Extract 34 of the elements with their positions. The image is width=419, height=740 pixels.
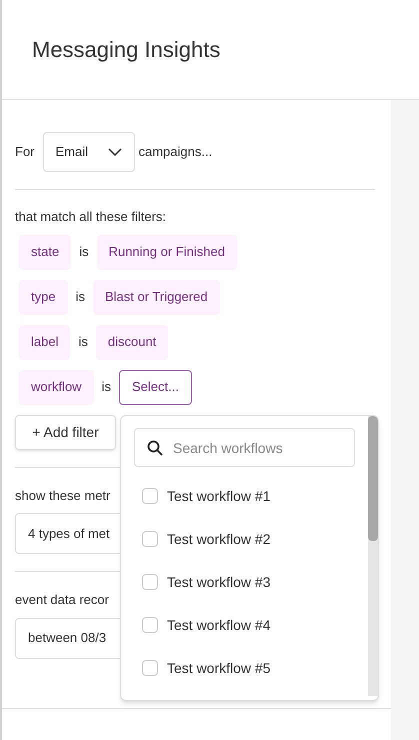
checkbox[interactable] [142, 531, 158, 547]
metrics-label: show these metr [15, 486, 110, 504]
channel-suffix-label: campaigns... [138, 143, 212, 162]
channel-prefix-label: For [15, 143, 34, 162]
option-label[interactable]: Test workflow #5 [167, 658, 270, 678]
filter-value-chip[interactable]: discount [96, 324, 168, 360]
operator-label: is [76, 288, 85, 306]
operator-label: is [102, 378, 111, 396]
filter-field-chip[interactable]: workflow [19, 370, 94, 404]
checkbox[interactable] [142, 660, 158, 676]
option-label[interactable]: Test workflow #3 [167, 572, 270, 592]
checkbox[interactable] [142, 574, 158, 590]
checkbox[interactable] [142, 488, 158, 504]
option-label[interactable]: Test workflow #1 [167, 486, 270, 506]
add-filter-button[interactable]: + Add filter [15, 414, 116, 450]
checkbox[interactable] [142, 617, 158, 633]
filter-field-chip[interactable]: label [19, 324, 70, 360]
filters-heading: that match all these filters: [15, 208, 168, 226]
page-title: Messaging Insights [32, 36, 220, 64]
chevron-down-icon [108, 148, 122, 156]
filter-field-chip[interactable]: type [19, 280, 68, 314]
channel-select[interactable]: Email [42, 132, 134, 172]
filter-field-chip[interactable]: state [19, 234, 72, 270]
search-icon [147, 440, 163, 456]
date-range-label: event data recor [15, 591, 109, 609]
option-label[interactable]: Test workflow #2 [167, 528, 270, 550]
filter-value-select[interactable]: Select... [118, 370, 192, 404]
operator-label: is [79, 243, 89, 262]
search-field[interactable]: Search workflows [134, 428, 355, 467]
filter-value-chip[interactable]: Blast or Triggered [92, 280, 220, 314]
option-label[interactable]: Test workflow #4 [167, 614, 270, 636]
scrollbar-thumb[interactable] [368, 416, 378, 541]
filter-value-chip[interactable]: Running or Finished [96, 234, 237, 270]
operator-label: is [78, 333, 88, 352]
